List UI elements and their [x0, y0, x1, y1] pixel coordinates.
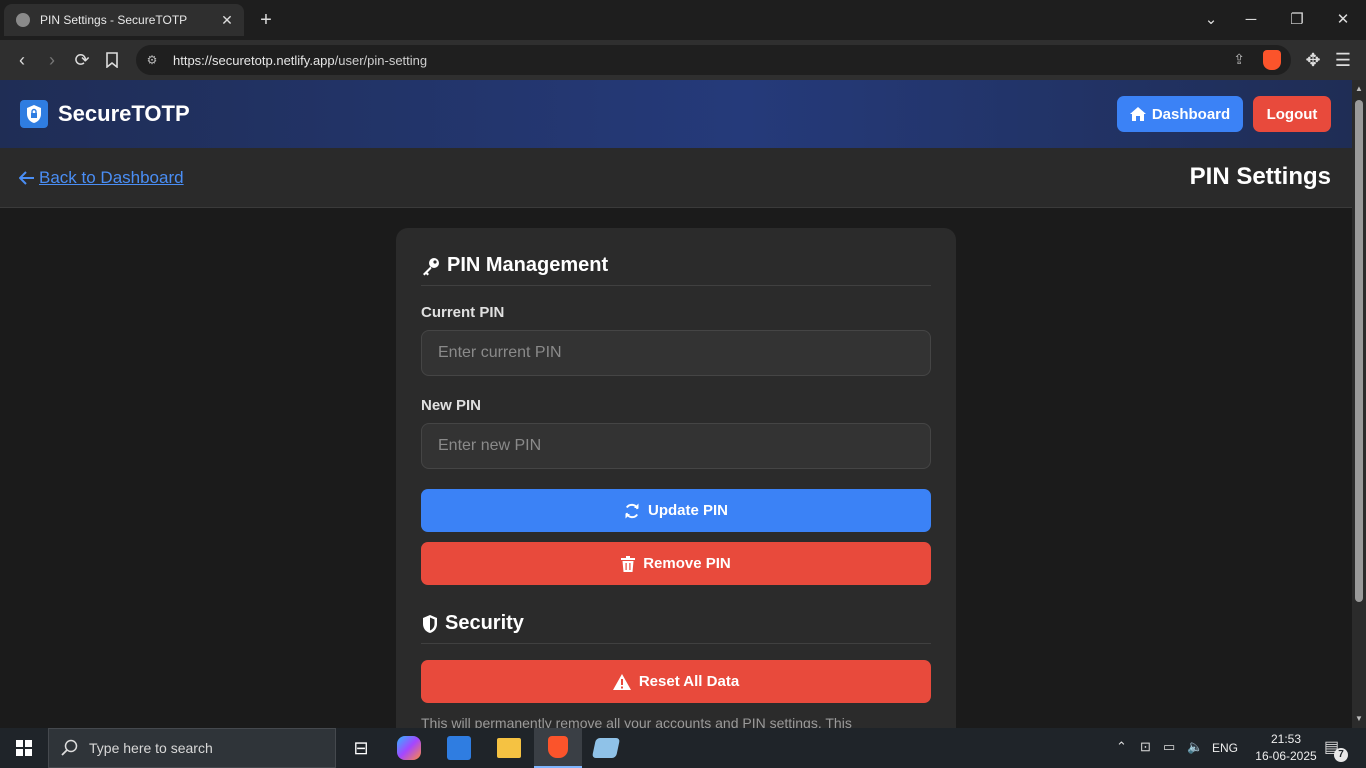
- brand-name: SecureTOTP: [58, 101, 190, 126]
- brave-taskbar-button[interactable]: [534, 728, 582, 768]
- new-tab-button[interactable]: +: [254, 8, 278, 32]
- start-button[interactable]: [0, 728, 48, 768]
- shield-lock-icon: [20, 100, 48, 128]
- reset-all-data-button[interactable]: Reset All Data: [421, 660, 931, 703]
- current-pin-label: Current PIN: [421, 304, 505, 321]
- restore-button[interactable]: ❐: [1274, 0, 1320, 40]
- tab-title: PIN Settings - SecureTOTP: [40, 13, 188, 27]
- tray-chevron-icon[interactable]: ⌃: [1116, 739, 1127, 755]
- warning-icon: [612, 673, 631, 690]
- arrow-left-icon: [19, 171, 34, 185]
- extensions-icon[interactable]: ✥: [1299, 46, 1327, 74]
- copilot-icon[interactable]: [397, 736, 421, 760]
- back-to-dashboard-link[interactable]: Back to Dashboard: [19, 168, 184, 188]
- app-header: SecureTOTP Dashboard Logout: [0, 80, 1352, 148]
- windows-taskbar: Type here to search ⊟ ⌃ ⊡ ▭ 🔈 ENG 21:53 …: [0, 728, 1366, 768]
- clock-date[interactable]: 16-06-2025: [1250, 749, 1322, 763]
- brave-icon: [548, 736, 568, 758]
- current-pin-input[interactable]: [421, 330, 931, 376]
- shield-icon: [423, 614, 437, 633]
- clock-time[interactable]: 21:53: [1262, 732, 1310, 746]
- browser-tab-strip: PIN Settings - SecureTOTP ✕ + ⌄ ─ ❐ ✕: [0, 0, 1366, 40]
- globe-icon: [16, 13, 30, 27]
- task-view-icon[interactable]: ⊟: [347, 734, 375, 762]
- search-icon: [61, 739, 78, 756]
- remove-pin-label: Remove PIN: [643, 555, 731, 572]
- forward-nav-icon[interactable]: ›: [38, 46, 66, 74]
- page-title: PIN Settings: [1189, 163, 1331, 190]
- bookmark-icon[interactable]: [98, 46, 126, 74]
- security-title: Security: [445, 612, 524, 634]
- browser-toolbar: ‹ › ⟳ ⚙ https://securetotp.netlify.app/u…: [0, 40, 1366, 80]
- scroll-down-icon[interactable]: ▼: [1352, 712, 1366, 726]
- reload-icon[interactable]: ⟳: [68, 46, 96, 74]
- scroll-thumb[interactable]: [1355, 100, 1363, 602]
- trash-icon: [621, 555, 636, 572]
- browser-tab[interactable]: PIN Settings - SecureTOTP ✕: [4, 4, 244, 36]
- windows-logo-icon: [16, 740, 32, 756]
- settings-card: PIN Management Current PIN New PIN Updat…: [396, 228, 956, 748]
- file-explorer-icon[interactable]: [497, 738, 521, 758]
- update-pin-label: Update PIN: [647, 502, 728, 519]
- pin-management-heading: PIN Management: [421, 246, 931, 286]
- address-bar[interactable]: ⚙ https://securetotp.netlify.app/user/pi…: [136, 45, 1291, 75]
- home-icon: [1129, 107, 1146, 121]
- minimize-button[interactable]: ─: [1228, 0, 1274, 40]
- back-nav-icon[interactable]: ‹: [8, 46, 36, 74]
- key-icon: [423, 257, 439, 275]
- brave-shields-icon[interactable]: [1263, 50, 1281, 70]
- close-window-button[interactable]: ✕: [1320, 0, 1366, 40]
- url-text: https://securetotp.netlify.app/user/pin-…: [173, 52, 428, 68]
- page-subheader: Back to Dashboard PIN Settings: [0, 148, 1352, 208]
- sync-icon: [625, 503, 639, 518]
- volume-icon[interactable]: 🔈: [1187, 739, 1203, 755]
- microsoft-store-icon[interactable]: [447, 736, 471, 760]
- site-info-icon[interactable]: ⚙: [144, 52, 160, 68]
- brand[interactable]: SecureTOTP: [20, 100, 190, 128]
- taskbar-search[interactable]: Type here to search: [48, 728, 336, 768]
- reset-all-data-label: Reset All Data: [638, 673, 740, 690]
- network-icon[interactable]: ▭: [1163, 739, 1175, 755]
- logout-button-label: Logout: [1266, 105, 1318, 123]
- close-tab-icon[interactable]: ✕: [218, 11, 236, 29]
- share-icon[interactable]: ⇪: [1233, 51, 1245, 68]
- menu-icon[interactable]: ☰: [1329, 46, 1357, 74]
- taskbar-search-placeholder: Type here to search: [89, 740, 213, 756]
- remove-pin-button[interactable]: Remove PIN: [421, 542, 931, 585]
- dashboard-button[interactable]: Dashboard: [1117, 96, 1243, 132]
- security-heading: Security: [421, 604, 931, 644]
- notepad-app-icon[interactable]: [591, 738, 621, 758]
- tray-device-icon[interactable]: ⊡: [1140, 739, 1151, 755]
- language-indicator[interactable]: ENG: [1212, 741, 1238, 755]
- pin-management-title: PIN Management: [447, 254, 609, 276]
- logout-button[interactable]: Logout: [1253, 96, 1331, 132]
- back-link-label: Back to Dashboard: [39, 168, 184, 187]
- notification-badge: 7: [1334, 748, 1348, 762]
- scroll-up-icon[interactable]: ▲: [1352, 82, 1366, 96]
- new-pin-input[interactable]: [421, 423, 931, 469]
- page-scrollbar[interactable]: ▲ ▼: [1352, 80, 1366, 728]
- new-pin-label: New PIN: [421, 397, 482, 414]
- dashboard-button-label: Dashboard: [1151, 105, 1231, 123]
- update-pin-button[interactable]: Update PIN: [421, 489, 931, 532]
